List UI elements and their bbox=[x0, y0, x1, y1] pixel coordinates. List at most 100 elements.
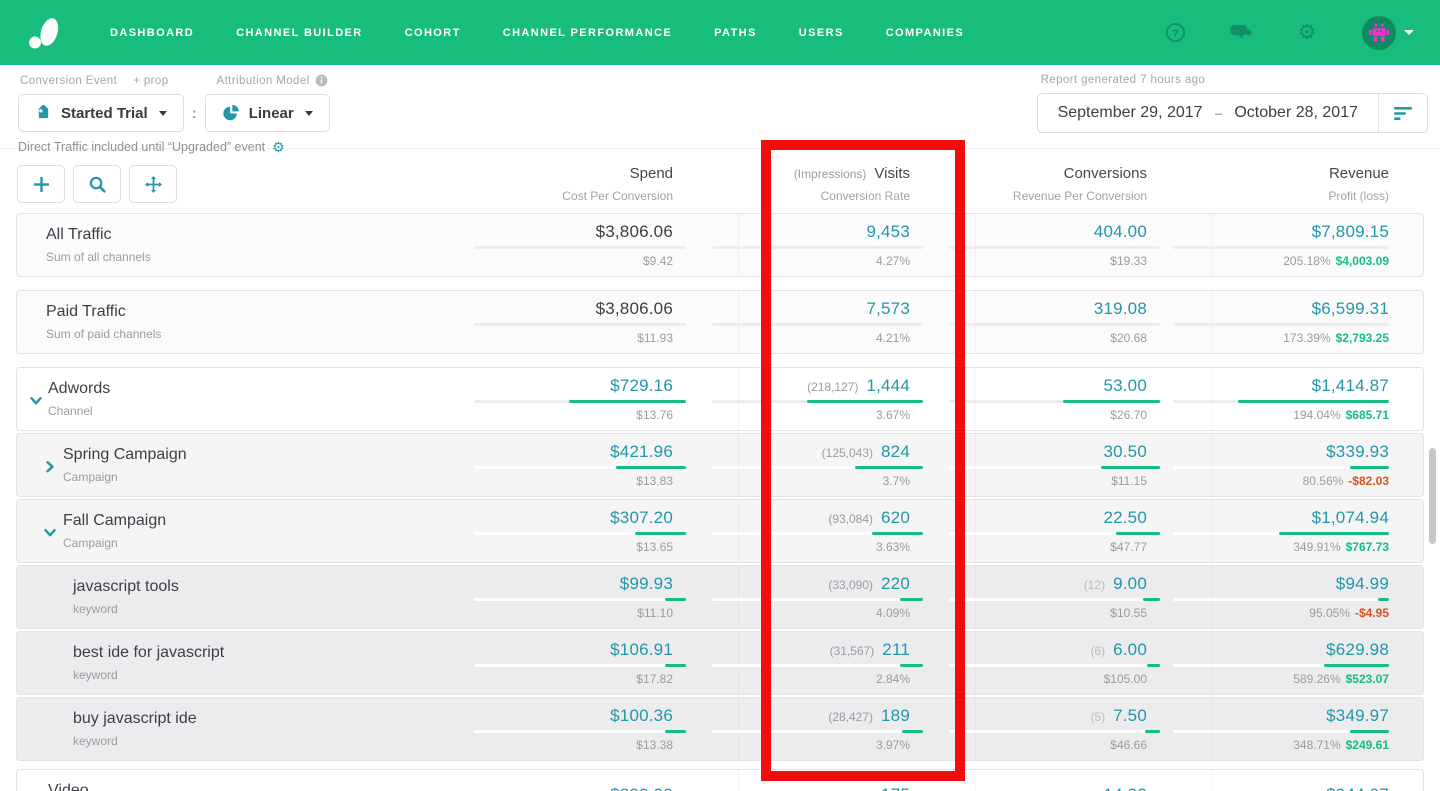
spend-value: $729.16 bbox=[610, 376, 673, 396]
cell-visits: (125,043)824 3.7% bbox=[738, 434, 975, 496]
impressions-value: (31,567) bbox=[830, 644, 875, 658]
row-name-cell: Video Channel bbox=[17, 770, 501, 791]
help-icon[interactable]: ? bbox=[1164, 22, 1186, 44]
share-bar bbox=[474, 400, 686, 403]
nav-item-users[interactable]: USERS bbox=[799, 27, 844, 39]
cell-revenue: $1,414.87 194.04% $685.71 bbox=[1212, 368, 1389, 430]
chevron-right-icon[interactable] bbox=[43, 460, 57, 474]
share-bar bbox=[712, 466, 923, 469]
search-button[interactable] bbox=[73, 165, 121, 203]
column-header-visits[interactable]: (Impressions)Visits Conversion Rate bbox=[738, 165, 975, 203]
nav-right-icons: ? ⚙ bbox=[1164, 16, 1414, 50]
row-title: best ide for javascript bbox=[73, 644, 501, 662]
conversions-value: 9.00 bbox=[1113, 574, 1147, 594]
share-bar bbox=[712, 730, 923, 733]
conversion-rate: 3.67% bbox=[876, 408, 910, 422]
caret-down-icon bbox=[1404, 30, 1414, 35]
roi-percent: 348.71% bbox=[1293, 738, 1340, 752]
separator: : bbox=[192, 105, 197, 122]
table-row[interactable]: Adwords Channel $729.16 $13.76 (218,127)… bbox=[16, 367, 1424, 431]
settings-icon[interactable]: ⚙ bbox=[1296, 22, 1318, 44]
cell-visits: (93,084) 620 3.63% bbox=[738, 500, 975, 562]
chevron-down-icon[interactable] bbox=[43, 526, 57, 540]
conversion-event-dropdown[interactable]: Started Trial bbox=[18, 94, 184, 132]
roi-percent: 80.56% bbox=[1303, 474, 1344, 488]
revenue-value: $339.93 bbox=[1326, 442, 1389, 462]
nav-item-dashboard[interactable]: DASHBOARD bbox=[110, 27, 194, 39]
table-row[interactable]: Fall Campaign Campaign $307.20 $13.65 (9… bbox=[16, 499, 1424, 563]
column-header-revenue[interactable]: Revenue Profit (loss) bbox=[1212, 165, 1389, 203]
spend-value: $106.91 bbox=[610, 640, 673, 660]
date-range-picker[interactable]: September 29, 2017 – October 28, 2017 bbox=[1037, 93, 1428, 133]
column-header-spend[interactable]: Spend Cost Per Conversion bbox=[501, 165, 738, 203]
user-menu[interactable] bbox=[1362, 16, 1414, 50]
share-bar bbox=[712, 664, 923, 667]
nav-item-channel-builder[interactable]: CHANNEL BUILDER bbox=[236, 27, 363, 39]
visits-value: 220 bbox=[881, 574, 910, 594]
visits-value: 620 bbox=[881, 508, 910, 528]
reorder-button[interactable] bbox=[129, 165, 177, 203]
row-name-cell: best ide for javascript keyword bbox=[17, 632, 501, 694]
nav-item-cohort[interactable]: COHORT bbox=[405, 27, 461, 39]
profit-value: $4,003.09 bbox=[1336, 254, 1389, 268]
nav-item-channel-performance[interactable]: CHANNEL PERFORMANCE bbox=[503, 27, 672, 39]
conversion-rate: 4.27% bbox=[876, 254, 910, 268]
share-bar bbox=[1173, 598, 1389, 601]
share-bar bbox=[949, 323, 1160, 326]
caret-down-icon bbox=[159, 111, 167, 116]
clicks-value: (12) bbox=[1084, 578, 1105, 592]
table-row[interactable]: javascript tools keyword $99.93 $11.10 (… bbox=[16, 565, 1424, 629]
table-row[interactable]: Paid Traffic Sum of paid channels $3,806… bbox=[16, 290, 1424, 354]
cell-visits: 175 bbox=[738, 770, 975, 791]
attribution-model-dropdown[interactable]: Linear bbox=[205, 94, 330, 132]
table-row[interactable]: Spring Campaign Campaign $421.96 $13.83 … bbox=[16, 433, 1424, 497]
column-header-conversions[interactable]: Conversions Revenue Per Conversion bbox=[975, 165, 1212, 203]
date-range-text: September 29, 2017 – October 28, 2017 bbox=[1038, 104, 1378, 122]
table-row[interactable]: best ide for javascript keyword $106.91 … bbox=[16, 631, 1424, 695]
visits-value: 9,453 bbox=[866, 222, 910, 242]
cell-conversions: 404.00 $19.33 bbox=[975, 214, 1212, 276]
impressions-value: (28,427) bbox=[828, 710, 873, 724]
profit-value: $685.71 bbox=[1346, 408, 1389, 422]
conversions-value: 7.50 bbox=[1113, 706, 1147, 726]
share-bar bbox=[712, 400, 923, 403]
filter-icon[interactable] bbox=[1379, 106, 1427, 121]
avatar[interactable] bbox=[1362, 16, 1396, 50]
row-name-cell: javascript tools keyword bbox=[17, 566, 501, 628]
chat-icon[interactable] bbox=[1230, 22, 1252, 44]
row-title: Fall Campaign bbox=[63, 512, 501, 530]
table-row[interactable]: Video Channel $899.99 175 14.00 $944.97 bbox=[16, 769, 1424, 791]
chevron-down-icon[interactable] bbox=[29, 394, 43, 408]
scrollbar-thumb[interactable] bbox=[1429, 448, 1436, 544]
tag-icon bbox=[35, 105, 52, 122]
info-icon[interactable] bbox=[315, 74, 328, 87]
nav-item-companies[interactable]: COMPANIES bbox=[886, 27, 964, 39]
conversion-rate: 3.97% bbox=[876, 738, 910, 752]
spend-value: $3,806.06 bbox=[596, 222, 673, 242]
share-bar bbox=[949, 532, 1160, 535]
attribution-logo-icon[interactable] bbox=[26, 14, 64, 52]
svg-text:?: ? bbox=[1172, 28, 1179, 40]
profit-value: -$82.03 bbox=[1348, 474, 1389, 488]
nav-item-paths[interactable]: PATHS bbox=[714, 27, 757, 39]
row-name-cell: Paid Traffic Sum of paid channels bbox=[17, 291, 501, 353]
gear-icon[interactable]: ⚙ bbox=[272, 140, 285, 154]
share-bar bbox=[949, 466, 1160, 469]
add-prop-link[interactable]: + prop bbox=[133, 75, 168, 87]
share-bar bbox=[949, 400, 1160, 403]
conversion-rate: 3.63% bbox=[876, 540, 910, 554]
revenue-value: $94.99 bbox=[1336, 574, 1389, 594]
revenue-value: $629.98 bbox=[1326, 640, 1389, 660]
cost-per-conversion: $17.82 bbox=[636, 672, 673, 686]
row-sublabel: keyword bbox=[73, 668, 501, 682]
table-row[interactable]: All Traffic Sum of all channels $3,806.0… bbox=[16, 213, 1424, 277]
share-bar bbox=[474, 323, 686, 326]
conversion-rate: 4.21% bbox=[876, 331, 910, 345]
add-channel-button[interactable] bbox=[17, 165, 65, 203]
impressions-value: (33,090) bbox=[828, 578, 873, 592]
table-row[interactable]: buy javascript ide keyword $100.36 $13.3… bbox=[16, 697, 1424, 761]
impressions-value: (93,084) bbox=[828, 512, 873, 526]
cell-conversions: 319.08 $20.68 bbox=[975, 291, 1212, 353]
share-bar bbox=[474, 730, 686, 733]
row-title: All Traffic bbox=[46, 226, 501, 244]
